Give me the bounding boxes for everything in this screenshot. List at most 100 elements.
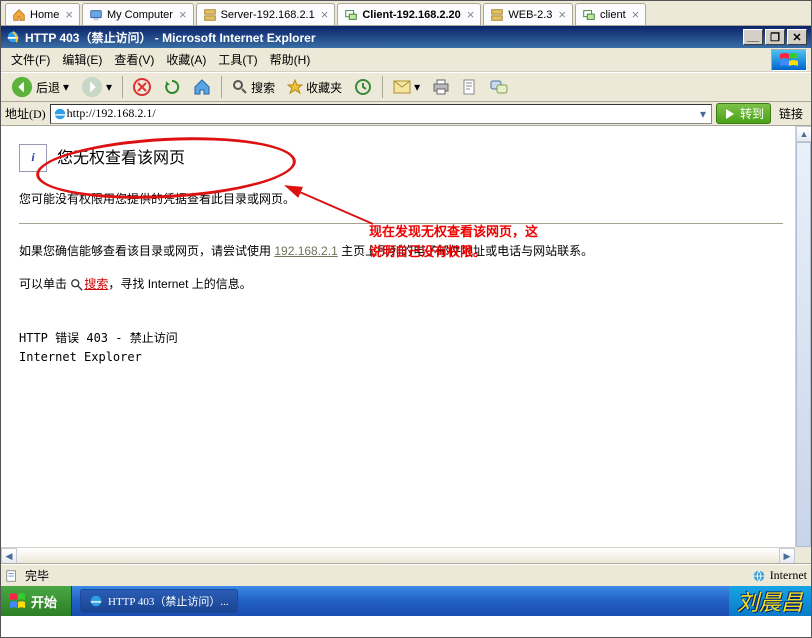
close-icon[interactable]: × [558, 7, 566, 22]
menu-tools[interactable]: 工具(T) [212, 48, 263, 71]
ie-content-area: i 您无权查看该网页 您可能没有权限用您提供的凭据查看此目录或网页。 如果您确信… [1, 126, 811, 564]
vm-tab-label: My Computer [107, 9, 173, 21]
vertical-scrollbar[interactable]: ▲ ▼ [795, 126, 811, 563]
vm-tab-label: Client-192.168.2.20 [362, 9, 460, 21]
browser-name: Internet Explorer [19, 348, 783, 367]
close-button[interactable]: ✕ [787, 29, 807, 45]
menu-help[interactable]: 帮助(H) [264, 48, 317, 71]
status-text: 完毕 [25, 567, 49, 584]
ie-titlebar: HTTP 403（禁止访问） - Microsoft Internet Expl… [1, 26, 811, 48]
page-icon [53, 107, 67, 121]
windows-flag-icon [9, 592, 27, 610]
ie-app-icon [89, 594, 103, 608]
search-glyph-icon [70, 278, 84, 292]
chevron-down-icon: ▾ [63, 80, 69, 94]
discuss-button[interactable] [486, 77, 512, 97]
close-icon[interactable]: × [321, 7, 329, 22]
address-input-wrap[interactable]: ▾ [50, 104, 712, 124]
search-suggestion: 可以单击 搜索，寻找 Internet 上的信息。 [19, 275, 783, 294]
favorites-button[interactable]: 收藏夹 [283, 77, 346, 98]
computer-icon [89, 8, 103, 22]
close-icon[interactable]: × [179, 7, 187, 22]
ie-toolbar: 后退 ▾ ▾ 搜索 收藏夹 ▾ [1, 72, 811, 102]
vm-tab-client[interactable]: Client-192.168.2.20 × [337, 3, 481, 25]
print-button[interactable] [428, 77, 454, 97]
annotation-text: 现在发现无权查看该网页，这 说明自己没有权限。 [369, 222, 538, 261]
history-button[interactable] [350, 76, 376, 98]
go-button[interactable]: 转到 [716, 103, 771, 124]
minimize-button[interactable]: __ [743, 29, 763, 45]
menu-view[interactable]: 查看(V) [108, 48, 160, 71]
menu-file[interactable]: 文件(F) [5, 48, 56, 71]
separator [122, 76, 123, 98]
vm-tab-home[interactable]: Home × [5, 3, 80, 25]
favorites-label: 收藏夹 [306, 79, 342, 96]
taskbar-item-ie[interactable]: HTTP 403（禁止访问）... [80, 589, 238, 613]
http-error-code: HTTP 错误 403 - 禁止访问 [19, 329, 783, 348]
menu-edit[interactable]: 编辑(E) [56, 48, 108, 71]
vm-tab-label: Server-192.168.2.1 [221, 9, 315, 21]
system-tray[interactable]: 刘晨昌 [729, 586, 811, 616]
search-label: 搜索 [251, 79, 275, 96]
stop-button[interactable] [129, 76, 155, 98]
menu-favorites[interactable]: 收藏(A) [160, 48, 212, 71]
home-button[interactable] [189, 76, 215, 98]
scrollbar-thumb[interactable] [796, 142, 811, 547]
client-icon [344, 8, 358, 22]
close-icon[interactable]: × [467, 7, 475, 22]
vm-tab-client2[interactable]: client × [575, 3, 646, 25]
chevron-down-icon[interactable]: ▾ [697, 107, 709, 121]
back-button[interactable]: 后退 ▾ [7, 74, 73, 100]
vm-tab-bar: Home × My Computer × Server-192.168.2.1 … [1, 1, 811, 26]
separator [221, 76, 222, 98]
address-input[interactable] [67, 106, 697, 122]
ie-address-bar: 地址(D) ▾ 转到 链接 [1, 102, 811, 126]
close-icon[interactable]: × [632, 7, 640, 22]
taskbar-item-label: HTTP 403（禁止访问）... [108, 593, 229, 609]
vm-tab-label: Home [30, 9, 59, 21]
vm-tab-my-computer[interactable]: My Computer × [82, 3, 194, 25]
window-title: HTTP 403（禁止访问） - Microsoft Internet Expl… [25, 29, 316, 46]
chevron-down-icon: ▾ [414, 80, 420, 94]
host-link[interactable]: 192.168.2.1 [274, 244, 337, 258]
server-icon [490, 8, 504, 22]
scroll-left-icon[interactable]: ◀ [1, 548, 17, 564]
error-detail-line1: 您可能没有权限用您提供的凭据查看此目录或网页。 [19, 190, 783, 209]
server-icon [203, 8, 217, 22]
info-icon: i [19, 144, 47, 172]
signature-text: 刘晨昌 [737, 585, 803, 617]
separator [382, 76, 383, 98]
horizontal-scrollbar[interactable]: ◀ ▶ [1, 547, 795, 563]
chevron-down-icon: ▾ [106, 80, 112, 94]
vm-tab-web[interactable]: WEB-2.3 × [483, 3, 573, 25]
windows-taskbar: 开始 HTTP 403（禁止访问）... 刘晨昌 [1, 586, 811, 616]
zone-label: Internet [770, 568, 807, 583]
refresh-button[interactable] [159, 76, 185, 98]
edit-button[interactable] [458, 77, 482, 97]
page-status-icon [5, 569, 19, 583]
mail-button[interactable]: ▾ [389, 77, 424, 97]
ie-statusbar: 完毕 Internet [1, 564, 811, 586]
scroll-corner [795, 547, 811, 563]
start-button[interactable]: 开始 [1, 586, 72, 616]
search-link[interactable]: 搜索 [84, 277, 108, 291]
search-button[interactable]: 搜索 [228, 77, 279, 98]
address-label: 地址(D) [5, 105, 46, 122]
close-icon[interactable]: × [65, 7, 73, 22]
vm-tab-server[interactable]: Server-192.168.2.1 × [196, 3, 336, 25]
scroll-right-icon[interactable]: ▶ [779, 548, 795, 564]
error-headline: 您无权查看该网页 [57, 144, 185, 172]
home-icon [12, 8, 26, 22]
vm-tab-label: client [600, 9, 626, 21]
scroll-up-icon[interactable]: ▲ [796, 126, 811, 142]
ie-app-icon [5, 29, 21, 45]
start-label: 开始 [31, 592, 57, 611]
client-icon [582, 8, 596, 22]
forward-button[interactable]: ▾ [77, 74, 116, 100]
ie-menubar: 文件(F) 编辑(E) 查看(V) 收藏(A) 工具(T) 帮助(H) [1, 48, 811, 72]
windows-flag-icon [771, 49, 807, 71]
back-label: 后退 [36, 79, 60, 96]
scrollbar-track[interactable] [17, 548, 779, 563]
links-button[interactable]: 链接 [775, 103, 807, 124]
maximize-button[interactable]: ❐ [765, 29, 785, 45]
